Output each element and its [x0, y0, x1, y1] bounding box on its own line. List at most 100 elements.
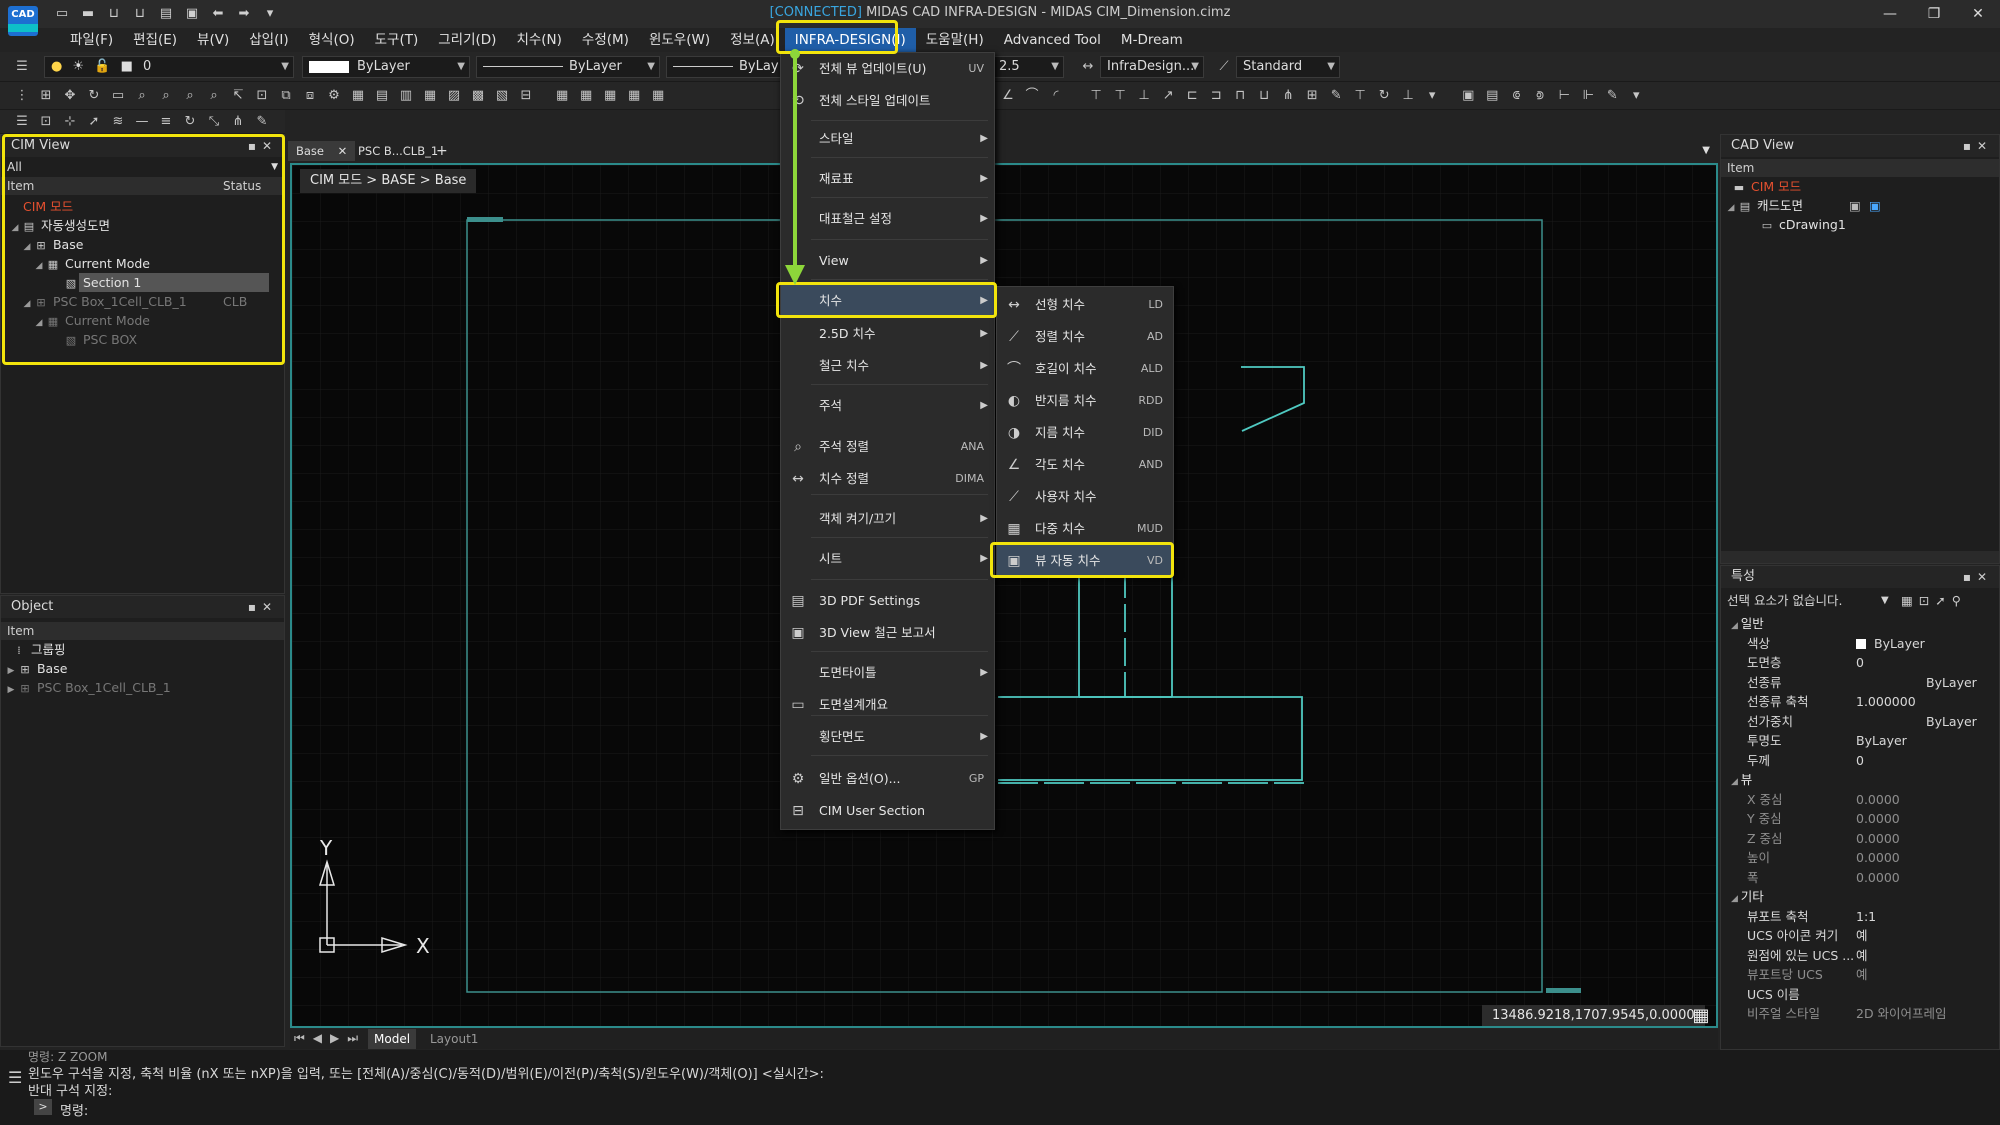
property-row[interactable]: 높이 0.0000 [1721, 848, 1999, 868]
dim-menu-item-8[interactable]: ▣ 뷰 자동 치수 VD [997, 545, 1173, 577]
view-detail-icon[interactable]: ⟃ [1506, 86, 1526, 106]
text-frame-icon[interactable]: ⊡ [36, 112, 56, 132]
cad-tree-cim-mode[interactable]: ▬ CIM 모드 [1721, 177, 1999, 196]
panel-pin-close[interactable]: ▪✕ [1963, 135, 1993, 157]
table-merge-icon[interactable]: ▦ [624, 86, 644, 106]
infra-menu-item-19[interactable]: ⚙ 일반 옵션(O)... GP [781, 763, 994, 795]
rect-icon[interactable]: ▭ [108, 86, 128, 106]
brush-icon[interactable]: ✎ [252, 112, 272, 132]
panel-pin-close[interactable]: ▪✕ [248, 596, 278, 618]
infra-menu-item-3[interactable]: 재료표 ▶ [781, 163, 994, 195]
select-icon[interactable]: ➚ [84, 112, 104, 132]
block-icon[interactable]: ▦ [348, 86, 368, 106]
search-area-icon[interactable]: ⌕ [132, 86, 152, 106]
add-tab-icon[interactable]: + [428, 141, 456, 161]
open-folder-icon[interactable]: ▬ [78, 4, 98, 24]
tab-nav-icon[interactable]: ⏮◀▶⏭ [294, 1031, 366, 1046]
property-row[interactable]: 뷰포트당 UCS 예 [1721, 965, 1999, 985]
region-icon[interactable]: ▧ [492, 86, 512, 106]
infra-menu-item-10[interactable]: ⌕ 주석 정렬 ANA [781, 431, 994, 463]
property-row[interactable]: 뷰포트 축척 1:1 [1721, 907, 1999, 927]
menu-file[interactable]: 파일(F) [60, 28, 123, 52]
dim-arc-icon[interactable]: ⌒ [1022, 86, 1042, 106]
infra-menu-item-0[interactable]: ⟳ 전체 뷰 업데이트(U) UV [781, 53, 994, 85]
dim-edit-icon[interactable]: ✎ [1326, 86, 1346, 106]
settings-gear-icon[interactable]: ⚙ [324, 86, 344, 106]
tree-item-psc-box[interactable]: ◢ ⊞ PSC Box_1Cell_CLB_1 CLB [1, 292, 284, 311]
infra-menu-item-12[interactable]: 객체 켜기/끄기 ▶ [781, 503, 994, 535]
move-icon[interactable]: ✥ [60, 86, 80, 106]
dim-menu-item-3[interactable]: ◐ 반지름 치수 RDD [997, 385, 1173, 417]
dim-ordinate-icon[interactable]: ⊥ [1134, 86, 1154, 106]
horizontal-scrollbar[interactable] [1721, 551, 1999, 563]
cad-tree-cdrawing1[interactable]: ▭ cDrawing1 [1721, 215, 1999, 234]
view-section-icon[interactable]: ▤ [1482, 86, 1502, 106]
menu-help[interactable]: 도움말(H) [916, 28, 994, 52]
data-icon[interactable]: ▨ [444, 86, 464, 106]
tab-model[interactable]: Model [368, 1029, 417, 1049]
dim-space-icon[interactable]: ⊔ [1254, 86, 1274, 106]
dim-center-icon[interactable]: ⊐ [1206, 86, 1226, 106]
property-row[interactable]: 두께 0 [1721, 751, 1999, 771]
menu-modify[interactable]: 수정(M) [572, 28, 639, 52]
collapse-icon[interactable]: ◢ [1731, 621, 1741, 631]
color-combo[interactable]: ByLayer ▼ [302, 56, 470, 78]
trim-icon[interactable]: ↸ [228, 86, 248, 106]
property-row[interactable]: 투명도 ByLayer [1721, 731, 1999, 751]
tree-item-section-1[interactable]: ▧ Section 1 [1, 273, 284, 292]
tab-layout1[interactable]: Layout1 [430, 1029, 478, 1049]
redo-icon[interactable]: ➡ [234, 4, 254, 24]
layout-icon[interactable]: ⊟ [516, 86, 536, 106]
refresh-icon[interactable]: ↻ [180, 112, 200, 132]
dim-menu-item-0[interactable]: ↔ 선형 치수 LD [997, 289, 1173, 321]
menu-draw[interactable]: 그리기(D) [428, 28, 506, 52]
infra-menu-item-8[interactable]: 철근 치수 ▶ [781, 350, 994, 382]
align-icon[interactable]: ☰ [12, 112, 32, 132]
infra-menu-item-9[interactable]: 주석 ▶ [781, 390, 994, 422]
tab-list-chevron-icon[interactable]: ▼ [1694, 141, 1718, 161]
dim-menu-item-5[interactable]: ∠ 각도 치수 AND [997, 449, 1173, 481]
property-row[interactable]: 선종류 ByLayer [1721, 673, 1999, 693]
table-edit-icon[interactable]: ▦ [552, 86, 572, 106]
infra-menu-item-14[interactable]: ▤ 3D PDF Settings [781, 585, 994, 617]
cad-view-toggle-icon[interactable]: ▣ [1849, 196, 1861, 215]
dim-radius-icon[interactable]: ◜ [1046, 86, 1066, 106]
layer-manager-icon[interactable]: ☰ [12, 57, 32, 77]
property-row[interactable]: Y 중심 0.0000 [1721, 809, 1999, 829]
infra-menu-item-16[interactable]: 도면타이틀 ▶ [781, 657, 994, 689]
minimize-icon[interactable]: — [1868, 0, 1912, 28]
dim-menu-item-4[interactable]: ◑ 지름 치수 DID [997, 417, 1173, 449]
text-style-combo[interactable]: Standard ▼ [1236, 56, 1340, 78]
lineweight-combo[interactable]: ByLay [666, 56, 786, 78]
tree-item-base[interactable]: ◢ ⊞ Base [1, 235, 284, 254]
table-col-icon[interactable]: ▦ [600, 86, 620, 106]
infra-menu-item-17[interactable]: ▭ 도면설계개요 [781, 689, 994, 721]
infra-menu-item-5[interactable]: View ▶ [781, 245, 994, 277]
object-item-grouping[interactable]: ⁞ 그룹핑 [1, 640, 284, 659]
property-row[interactable]: 비주얼 스타일 2D 와이어프레임 [1721, 1004, 1999, 1024]
infra-menu-item-4[interactable]: 대표철근 설정 ▶ [781, 203, 994, 235]
tree-item-current-mode-2[interactable]: ◢ ▦ Current Mode [1, 311, 284, 330]
infra-menu-item-1[interactable]: ⟲ 전체 스타일 업데이트 [781, 85, 994, 117]
table-icon[interactable]: ▦ [420, 86, 440, 106]
view-stack-icon[interactable]: ⊩ [1578, 86, 1598, 106]
infra-menu-item-20[interactable]: ⊟ CIM User Section [781, 795, 994, 827]
property-row[interactable]: 도면층 0 [1721, 653, 1999, 673]
view-align-icon[interactable]: ⊢ [1554, 86, 1574, 106]
property-category[interactable]: ◢ 기타 [1721, 887, 1999, 907]
line-list-icon[interactable]: ≡ [156, 112, 176, 132]
dim-baseline-icon[interactable]: ⊤ [1086, 86, 1106, 106]
app-logo[interactable]: CAD [8, 6, 38, 36]
snap-icon[interactable]: ⊞ [36, 86, 56, 106]
dim-text-icon[interactable]: ⊤ [1350, 86, 1370, 106]
menu-m-dream[interactable]: M-Dream [1111, 28, 1193, 52]
tree-item-psc-box-section[interactable]: ▧ PSC BOX [1, 330, 284, 349]
object-item-psc-box[interactable]: ▶ ⊞ PSC Box_1Cell_CLB_1 [1, 678, 284, 697]
dim-menu-item-6[interactable]: ⟋ 사용자 치수 [997, 481, 1173, 513]
property-category[interactable]: ◢ 일반 [1721, 614, 1999, 634]
hatch-icon[interactable]: ▩ [468, 86, 488, 106]
extend-icon[interactable]: ⊡ [252, 86, 272, 106]
close-icon[interactable]: ✕ [1956, 0, 2000, 28]
print-icon[interactable]: ▤ [156, 4, 176, 24]
dim-continue-icon[interactable]: ⊤ [1110, 86, 1130, 106]
